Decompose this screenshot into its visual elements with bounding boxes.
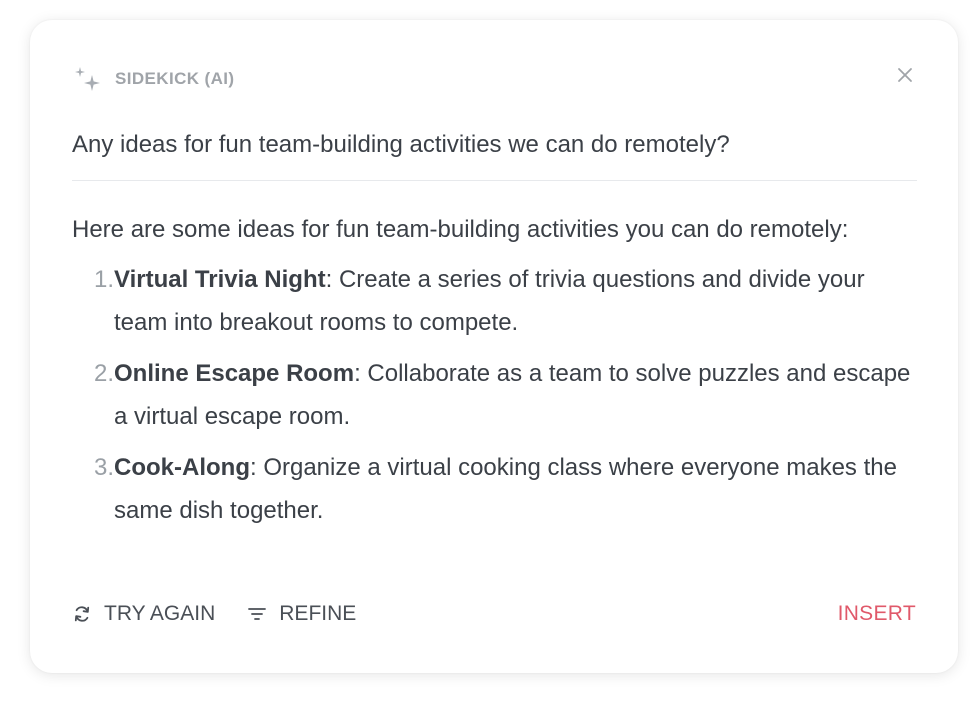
- list-item: 3. Cook-Along: Organize a virtual cookin…: [72, 446, 922, 532]
- list-item-body: Online Escape Room: Collaborate as a tea…: [114, 352, 922, 438]
- ideas-list: 1. Virtual Trivia Night: Create a series…: [72, 258, 922, 532]
- sparkle-icon: [75, 67, 100, 91]
- sidekick-ai-panel: SIDEKICK (AI) Any ideas for fun team-bui…: [30, 20, 958, 673]
- refine-label: REFINE: [279, 602, 357, 625]
- list-item-title: Online Escape Room: [114, 360, 355, 387]
- list-item-number: 3.: [93, 454, 114, 481]
- list-item-title: Cook-Along: [114, 454, 250, 481]
- list-item-body: Virtual Trivia Night: Create a series of…: [114, 258, 922, 344]
- user-prompt: Any ideas for fun team-building activiti…: [72, 131, 730, 158]
- response-intro: Here are some ideas for fun team-buildin…: [72, 216, 849, 243]
- panel-title: SIDEKICK (AI): [115, 69, 235, 88]
- try-again-label: TRY AGAIN: [104, 602, 216, 625]
- close-button[interactable]: [894, 64, 916, 86]
- panel-footer: TRY AGAIN REFINE INSERT: [72, 596, 916, 632]
- filter-icon: [248, 608, 267, 620]
- insert-button[interactable]: INSERT: [838, 602, 916, 626]
- list-item: 1. Virtual Trivia Night: Create a series…: [72, 258, 922, 344]
- divider: [72, 180, 917, 181]
- close-icon: [898, 68, 912, 82]
- ai-response: Here are some ideas for fun team-buildin…: [72, 212, 922, 540]
- list-item-body: Cook-Along: Organize a virtual cooking c…: [114, 446, 922, 532]
- list-item-number: 2.: [93, 360, 114, 387]
- try-again-button[interactable]: TRY AGAIN: [72, 602, 215, 626]
- list-item: 2. Online Escape Room: Collaborate as a …: [72, 352, 922, 438]
- list-item-title: Virtual Trivia Night: [114, 266, 326, 293]
- refresh-icon: [74, 606, 90, 622]
- panel-header: SIDEKICK (AI): [73, 64, 234, 94]
- list-item-number: 1.: [93, 266, 114, 293]
- refine-button[interactable]: REFINE: [247, 602, 356, 626]
